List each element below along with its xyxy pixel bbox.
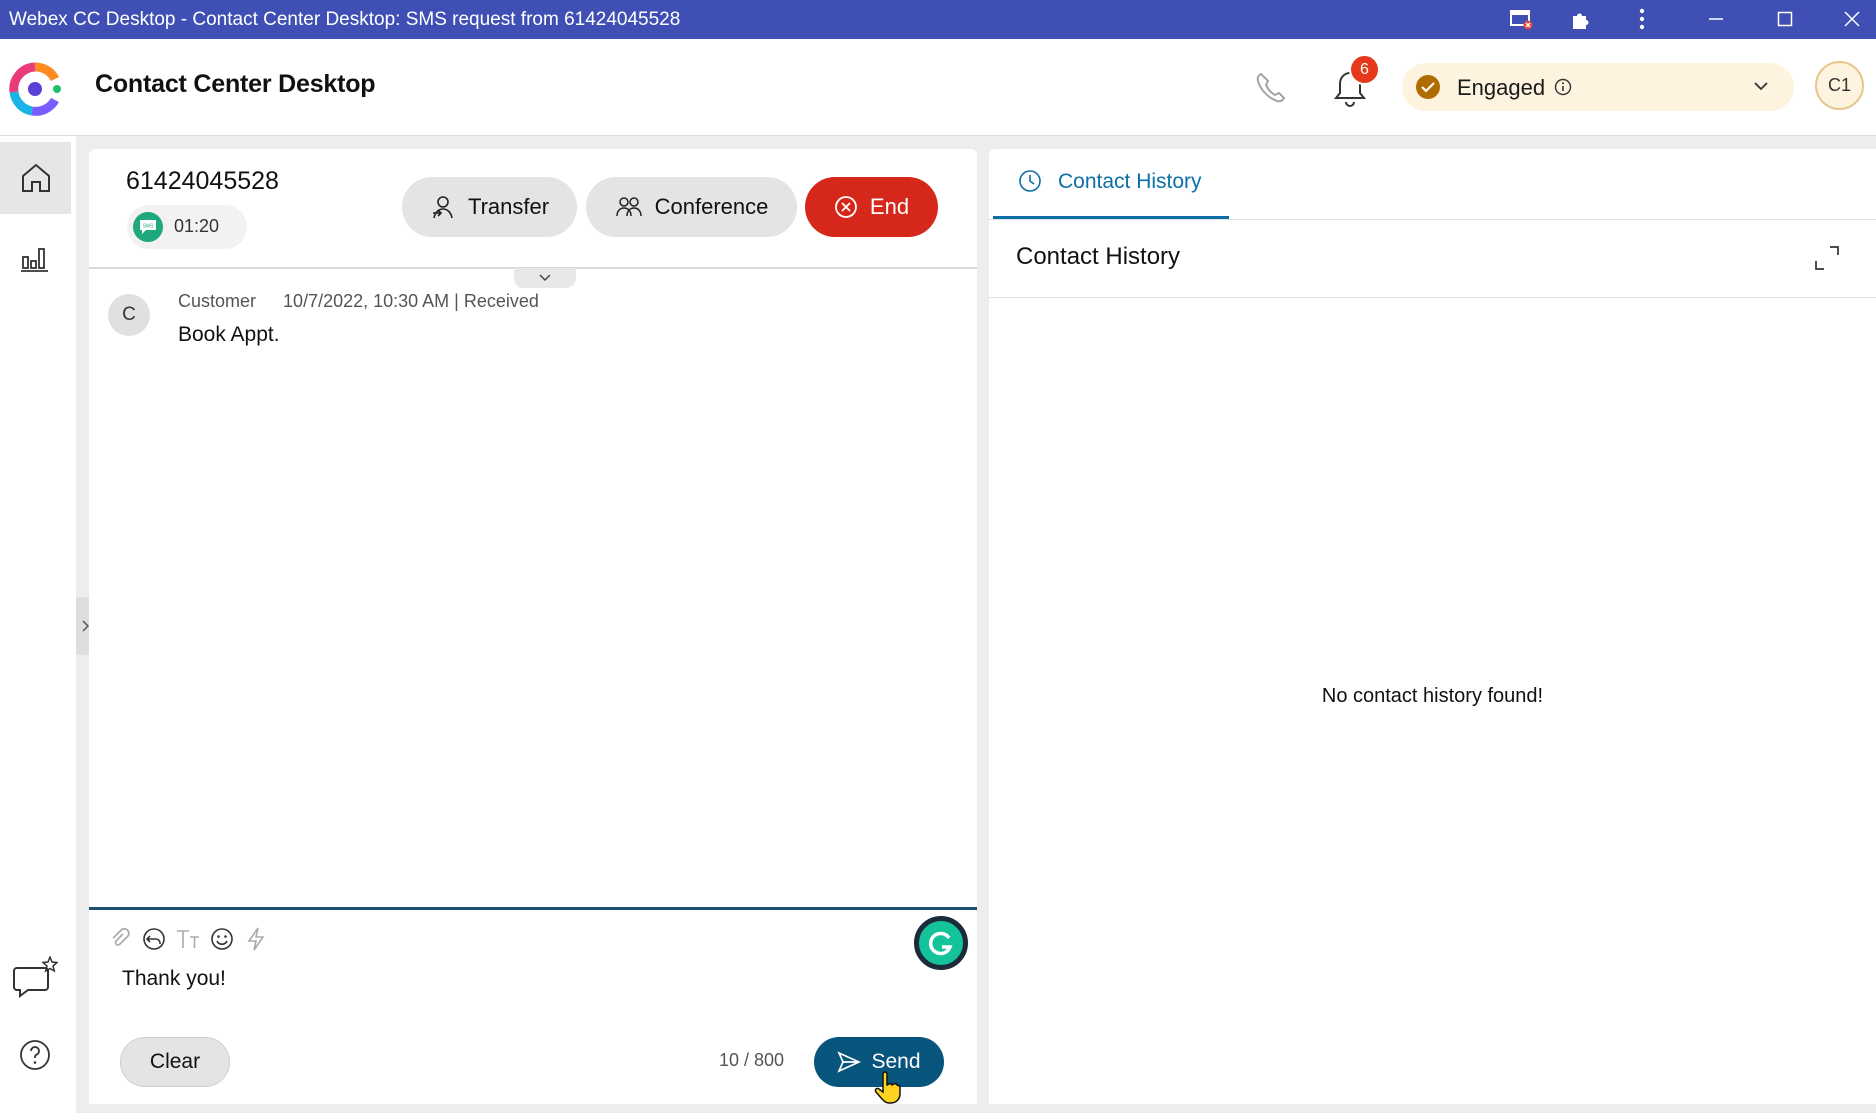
left-navigation [0, 136, 76, 1113]
minimize-icon[interactable] [1698, 4, 1734, 34]
quick-actions-icon[interactable] [242, 925, 270, 953]
tab-contact-history-label: Contact History [1058, 170, 1202, 193]
extensions-icon[interactable] [1563, 4, 1599, 34]
text-format-icon[interactable] [174, 925, 202, 953]
app-header: Contact Center Desktop 6 Engaged C1 [0, 39, 1876, 136]
stats-nav-icon[interactable] [18, 240, 52, 274]
info-icon[interactable] [1554, 78, 1572, 96]
chevron-right-icon [82, 620, 89, 632]
collapse-header-toggle[interactable] [514, 268, 576, 288]
phone-icon[interactable] [1253, 70, 1289, 106]
grammarly-icon[interactable] [914, 916, 968, 970]
close-icon[interactable] [1834, 4, 1870, 34]
transfer-button[interactable]: Transfer [402, 177, 577, 237]
user-avatar[interactable]: C1 [1815, 61, 1864, 110]
transfer-icon [432, 196, 453, 219]
conference-label: Conference [654, 194, 769, 219]
composer-divider [89, 907, 977, 910]
mouse-cursor-hand-icon [874, 1071, 902, 1105]
sms-channel-icon: SMS [133, 212, 163, 242]
message-timestamp-status: 10/7/2022, 10:30 AM | Received [283, 291, 539, 311]
conference-button[interactable]: Conference [586, 177, 797, 237]
expand-icon[interactable] [1813, 244, 1841, 272]
more-vertical-icon[interactable] [1624, 4, 1660, 34]
character-count: 10 / 800 [719, 1050, 785, 1070]
help-icon[interactable] [18, 1038, 52, 1072]
emoji-icon[interactable] [208, 925, 236, 953]
end-x-circle-icon [835, 196, 857, 218]
end-button[interactable]: End [805, 177, 938, 237]
transfer-label: Transfer [467, 194, 550, 219]
conference-icon [615, 197, 642, 217]
message-meta: Customer 10/7/2022, 10:30 AM | Received [178, 291, 539, 312]
message-text: Book Appt. [178, 323, 280, 346]
maximize-icon[interactable] [1767, 4, 1803, 34]
app-title: Contact Center Desktop [95, 70, 376, 98]
empty-state-message: No contact history found! [1321, 685, 1544, 707]
webex-logo [8, 62, 62, 116]
agent-status-dropdown[interactable]: Engaged [1402, 63, 1794, 111]
message-composer-input[interactable]: Thank you! [122, 967, 226, 991]
chat-star-icon[interactable] [12, 956, 58, 1000]
contact-history-panel: Contact History Contact History No conta… [989, 149, 1876, 1104]
reply-templates-icon[interactable] [140, 925, 168, 953]
tab-divider [989, 219, 1876, 220]
title-divider [989, 297, 1876, 298]
interaction-panel: 61424045528 SMS 01:20 Transfer Conferenc… [89, 149, 977, 1104]
notifications-count-badge: 6 [1349, 54, 1380, 85]
sms-badge-text: SMS [143, 224, 155, 230]
attachment-icon[interactable] [106, 925, 134, 953]
message-sender: Customer [178, 291, 257, 311]
agent-status-label: Engaged [1457, 75, 1546, 100]
tab-contact-history[interactable]: Contact History [993, 149, 1229, 219]
chevron-down-icon [539, 274, 551, 282]
clock-icon [1018, 169, 1042, 193]
home-icon [21, 163, 50, 192]
status-check-icon [1416, 75, 1440, 99]
window-title: Webex CC Desktop - Contact Center Deskto… [9, 9, 681, 30]
cast-icon[interactable] [1503, 4, 1539, 34]
clear-button[interactable]: Clear [120, 1037, 230, 1087]
home-nav-button[interactable] [0, 142, 71, 214]
chevron-down-icon [1752, 77, 1770, 95]
send-icon [837, 1051, 862, 1073]
contact-history-title: Contact History [1016, 243, 1181, 270]
window-titlebar: Webex CC Desktop - Contact Center Deskto… [0, 0, 1876, 39]
interaction-timer: 01:20 [174, 216, 220, 236]
end-label: End [869, 194, 910, 219]
customer-ani: 61424045528 [126, 167, 279, 195]
message-sender-avatar: C [108, 294, 150, 336]
interaction-timer-chip: SMS 01:20 [127, 205, 247, 249]
